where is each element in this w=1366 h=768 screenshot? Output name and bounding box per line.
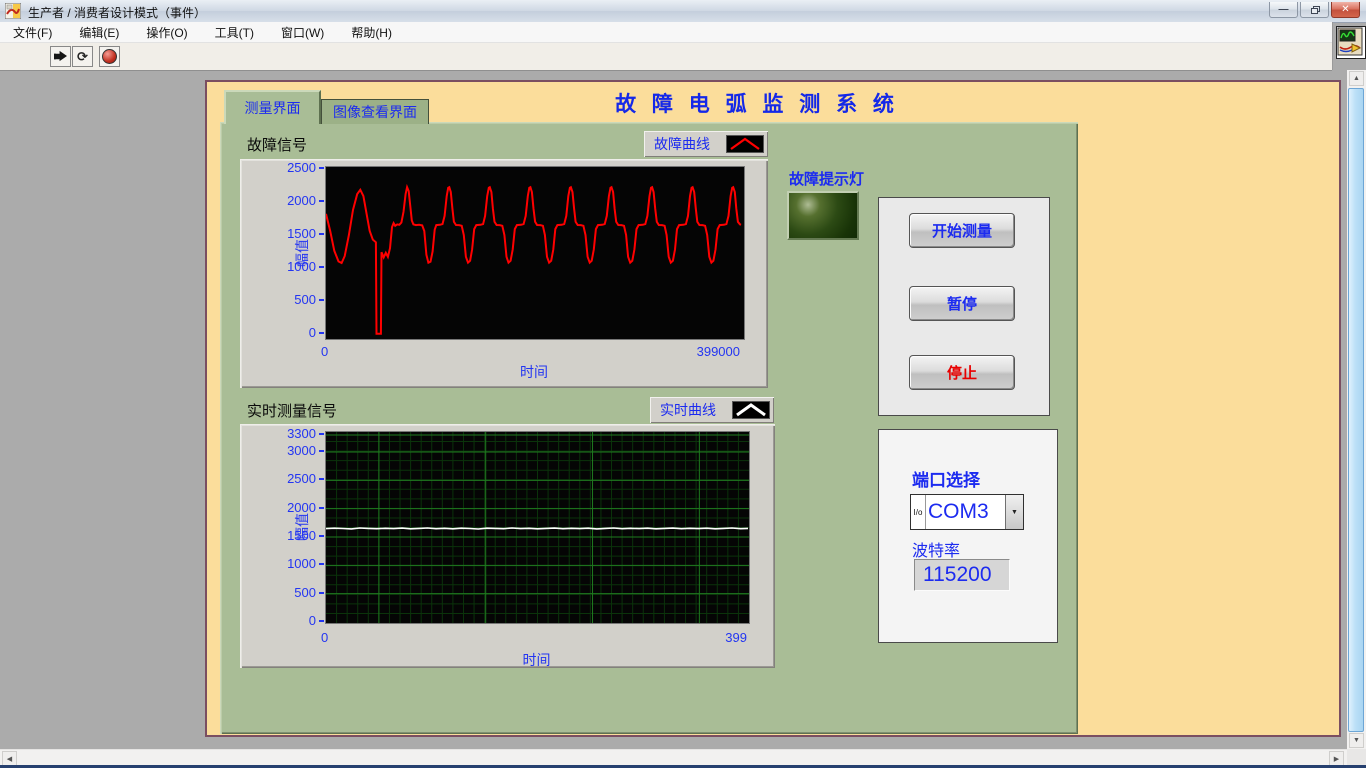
y-tick-mark (319, 535, 324, 537)
y-tick-label: 1500 (240, 528, 316, 543)
com-port-combo[interactable]: I/o COM3 ▼ (910, 494, 1024, 530)
y-tick-label: 500 (240, 585, 316, 600)
control-buttons-panel: 开始测量 暂停 停止 (878, 197, 1050, 416)
fault-legend-line-icon (726, 135, 764, 153)
scroll-up-icon[interactable]: ▲ (1349, 71, 1364, 86)
combo-dropdown-icon[interactable]: ▼ (1005, 495, 1023, 529)
y-tick-mark (319, 266, 324, 268)
x-tick-label: 0 (321, 630, 361, 645)
y-tick-mark (319, 299, 324, 301)
fault-legend-label: 故障曲线 (654, 134, 726, 154)
y-tick-mark (319, 200, 324, 202)
abort-button[interactable] (99, 46, 120, 67)
toolbar-separator (1332, 22, 1333, 70)
titlebar[interactable]: 生产者 / 消费者设计模式（事件） — ✕ (0, 0, 1366, 23)
fault-plot-area[interactable] (325, 166, 745, 340)
baud-rate-field[interactable]: 115200 (914, 559, 1010, 591)
stop-button[interactable]: 停止 (909, 355, 1015, 390)
menu-tools[interactable]: 工具(T) (206, 22, 263, 43)
port-select-label: 端口选择 (912, 466, 980, 491)
menubar: 文件(F) 编辑(E) 操作(O) 工具(T) 窗口(W) 帮助(H) (0, 22, 1332, 43)
y-tick-mark (319, 450, 324, 452)
y-tick-label: 1000 (240, 556, 316, 571)
realtime-legend-line-icon (732, 401, 770, 419)
vertical-scroll-thumb[interactable] (1348, 88, 1364, 732)
menu-help[interactable]: 帮助(H) (342, 22, 401, 43)
y-tick-mark (319, 433, 324, 435)
y-tick-label: 1000 (240, 259, 316, 274)
baud-rate-label: 波特率 (912, 537, 960, 561)
page-title: 故 障 电 弧 监 测 系 统 (547, 88, 967, 118)
y-tick-label: 3300 (240, 426, 316, 441)
y-tick-label: 2500 (240, 160, 316, 175)
window-title: 生产者 / 消费者设计模式（事件） (28, 4, 206, 21)
maximize-button[interactable] (1300, 2, 1329, 18)
menu-edit[interactable]: 编辑(E) (70, 22, 128, 43)
minimize-button[interactable]: — (1269, 2, 1298, 18)
x-tick-label: 399 (657, 630, 747, 645)
tab-measure[interactable]: 测量界面 (224, 90, 321, 124)
y-tick-label: 500 (240, 292, 316, 307)
y-tick-mark (319, 167, 324, 169)
y-tick-mark (319, 592, 324, 594)
continuous-run-button[interactable]: ⟳ (72, 46, 93, 67)
start-measure-button[interactable]: 开始测量 (909, 213, 1015, 248)
vertical-scrollbar[interactable]: ▲ ▼ (1347, 70, 1366, 749)
scroll-down-icon[interactable]: ▼ (1349, 733, 1364, 748)
io-glyph-icon: I/o (911, 495, 926, 529)
y-tick-label: 2000 (240, 193, 316, 208)
fault-chart[interactable]: 幅值 时间 250020001500100050000399000 (240, 159, 768, 388)
restore-icon (1311, 6, 1319, 13)
fault-chart-legend[interactable]: 故障曲线 (644, 131, 768, 157)
abort-icon (102, 49, 117, 64)
tab-page-measure: 故障信号 故障曲线 幅值 时间 250020001500100050000399… (220, 122, 1078, 734)
menu-operate[interactable]: 操作(O) (137, 22, 196, 43)
horizontal-scrollbar[interactable]: ◀ ▶ (0, 749, 1347, 766)
realtime-x-axis-label: 时间 (325, 650, 748, 670)
y-tick-mark (319, 563, 324, 565)
y-tick-mark (319, 507, 324, 509)
realtime-chart-title: 实时测量信号 (247, 400, 337, 421)
x-tick-label: 0 (321, 344, 361, 359)
run-button[interactable] (50, 46, 71, 67)
realtime-chart[interactable]: 幅值 时间 33003000250020001500100050000399 (240, 424, 775, 668)
run-arrow-icon (53, 50, 68, 63)
menu-window[interactable]: 窗口(W) (272, 22, 333, 43)
y-tick-label: 3000 (240, 443, 316, 458)
y-tick-mark (319, 478, 324, 480)
realtime-plot-area[interactable] (325, 431, 750, 624)
waveform (326, 528, 748, 529)
front-panel: 故 障 电 弧 监 测 系 统 图像查看界面 故障信号 故障曲线 幅值 时间 2… (205, 80, 1341, 737)
y-tick-mark (319, 620, 324, 622)
menu-file[interactable]: 文件(F) (4, 22, 61, 43)
y-tick-label: 1500 (240, 226, 316, 241)
scroll-right-icon[interactable]: ▶ (1329, 751, 1344, 766)
pause-button[interactable]: 暂停 (909, 286, 1015, 321)
fault-led-label: 故障提示灯 (789, 168, 864, 189)
vi-icon[interactable] (1336, 26, 1366, 59)
realtime-chart-legend[interactable]: 实时曲线 (650, 397, 774, 423)
fault-led-indicator (787, 191, 859, 240)
labview-window: 生产者 / 消费者设计模式（事件） — ✕ 文件(F) 编辑(E) 操作(O) … (0, 0, 1366, 768)
y-tick-label: 0 (240, 613, 316, 628)
com-port-value: COM3 (926, 495, 1005, 529)
y-tick-label: 0 (240, 325, 316, 340)
close-button[interactable]: ✕ (1331, 2, 1360, 18)
vi-icon-graphic (1337, 27, 1363, 56)
x-tick-label: 399000 (650, 344, 740, 359)
fault-x-axis-label: 时间 (325, 362, 743, 382)
fault-chart-title: 故障信号 (247, 134, 307, 155)
y-tick-label: 2000 (240, 500, 316, 515)
waveform (326, 187, 741, 334)
port-panel: 端口选择 I/o COM3 ▼ 波特率 115200 (878, 429, 1058, 643)
y-tick-mark (319, 332, 324, 334)
scroll-left-icon[interactable]: ◀ (2, 751, 17, 766)
realtime-legend-label: 实时曲线 (660, 400, 732, 420)
app-icon (5, 3, 21, 19)
toolbar: ⟳ (0, 43, 1332, 71)
y-tick-mark (319, 233, 324, 235)
tab-image-view[interactable]: 图像查看界面 (321, 99, 429, 124)
y-tick-label: 2500 (240, 471, 316, 486)
